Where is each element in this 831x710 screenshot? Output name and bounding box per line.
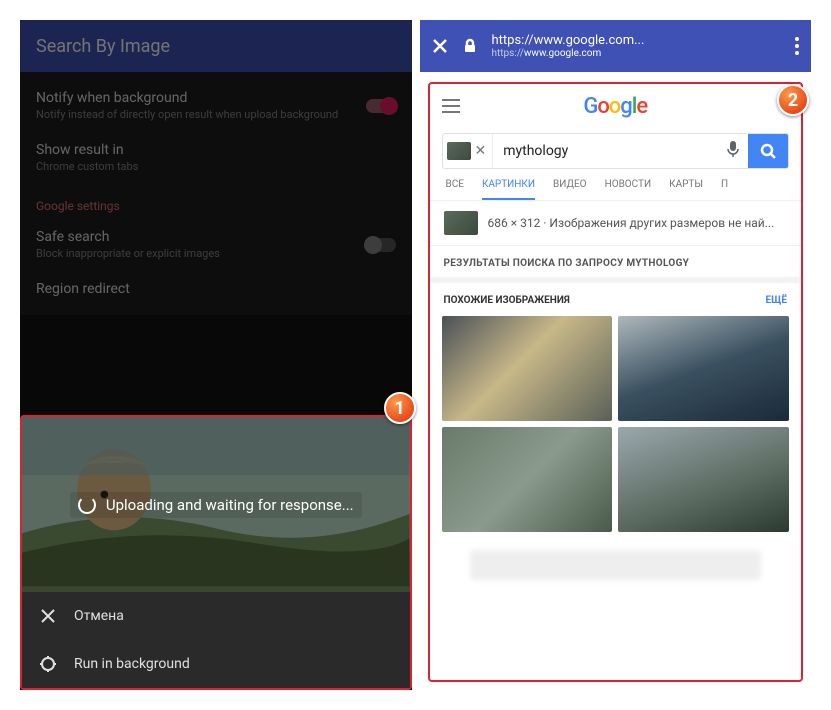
close-icon [40,608,56,624]
app-title: Search By Image [36,36,170,57]
result-image[interactable] [618,427,789,532]
settings-list: Notify when background Notify instead of… [20,72,412,315]
run-bg-label: Run in background [74,656,190,672]
blurred-content [470,550,762,580]
setting-sub: Chrome custom tabs [36,160,396,174]
search-bar: ✕ mythology [442,133,790,169]
mic-icon[interactable] [718,140,748,162]
tab-news[interactable]: НОВОСТИ [605,179,652,200]
cancel-label: Отмена [74,608,124,624]
setting-sub: Block inappropriate or explicit images [36,247,366,261]
lock-icon [462,38,478,54]
background-icon [40,656,56,672]
search-input[interactable]: mythology [493,143,718,159]
upload-actions: Отмена Run in background [22,592,410,688]
query-thumb [447,142,471,160]
search-tabs: ВСЕ КАРТИНКИ ВИДЕО НОВОСТИ КАРТЫ П [430,169,802,201]
size-text: 686 × 312 · Изображения других размеров … [488,216,775,230]
upload-status: Uploading and waiting for response... [70,492,362,518]
setting-sub: Notify instead of directly open result w… [36,108,366,122]
url-sub: https://www.google.com [492,48,782,59]
spinner-icon [78,496,96,514]
hamburger-icon[interactable] [442,98,460,117]
url-box[interactable]: https://www.google.com... https://www.go… [492,33,782,59]
setting-title: Region redirect [36,281,396,297]
result-image[interactable] [442,427,613,532]
setting-notify[interactable]: Notify when background Notify instead of… [20,80,412,132]
result-image[interactable] [618,316,789,421]
upload-status-text: Uploading and waiting for response... [106,496,354,514]
browser-bar: https://www.google.com... https://www.go… [420,20,812,72]
size-thumb [444,211,478,235]
app-header: Search By Image [20,20,412,72]
badge-2: 2 [777,84,809,116]
section-header: Google settings [20,185,412,219]
left-phone: Search By Image Notify when background N… [20,20,412,690]
badge-1: 1 [384,392,416,424]
results-label: РЕЗУЛЬТАТЫ ПОИСКА ПО ЗАПРОСУ MYTHOLOGY [430,246,802,277]
more-link[interactable]: ЕЩЁ [766,295,787,306]
setting-show-result[interactable]: Show result in Chrome custom tabs [20,132,412,184]
upload-panel: Uploading and waiting for response... От… [20,415,412,690]
google-logo: Google [583,94,647,119]
similar-label: ПОХОЖИЕ ИЗОБРАЖЕНИЯ [444,295,570,306]
tab-all[interactable]: ВСЕ [446,179,464,200]
cancel-button[interactable]: Отмена [22,592,410,640]
setting-title: Safe search [36,229,366,245]
notify-switch[interactable] [366,99,396,113]
tab-video[interactable]: ВИДЕО [553,179,587,200]
search-results-panel: Google ✕ mythology ВСЕ КАРТИНКИ [428,82,804,682]
result-image[interactable] [442,316,613,421]
similar-header: ПОХОЖИЕ ИЗОБРАЖЕНИЯ ЕЩЁ [430,283,802,316]
close-icon[interactable] [432,38,448,54]
google-header: Google [430,84,802,129]
setting-title: Notify when background [36,90,366,106]
right-phone: https://www.google.com... https://www.go… [420,20,812,690]
clear-image-icon[interactable]: ✕ [475,143,487,159]
tab-images[interactable]: КАРТИНКИ [482,179,535,200]
upload-preview: Uploading and waiting for response... [22,417,410,592]
setting-title: Show result in [36,142,396,158]
tab-more[interactable]: П [721,179,728,200]
query-image-chip[interactable]: ✕ [443,134,494,168]
search-button[interactable] [748,134,788,168]
tab-maps[interactable]: КАРТЫ [669,179,703,200]
setting-region[interactable]: Region redirect [20,271,412,307]
menu-icon[interactable] [795,37,799,55]
setting-safe-search[interactable]: Safe search Block inappropriate or expli… [20,219,412,271]
similar-images-grid [430,316,802,532]
run-background-button[interactable]: Run in background [22,640,410,688]
safe-switch[interactable] [366,238,396,252]
url-main: https://www.google.com... [492,33,782,48]
image-size-row[interactable]: 686 × 312 · Изображения других размеров … [430,201,802,246]
